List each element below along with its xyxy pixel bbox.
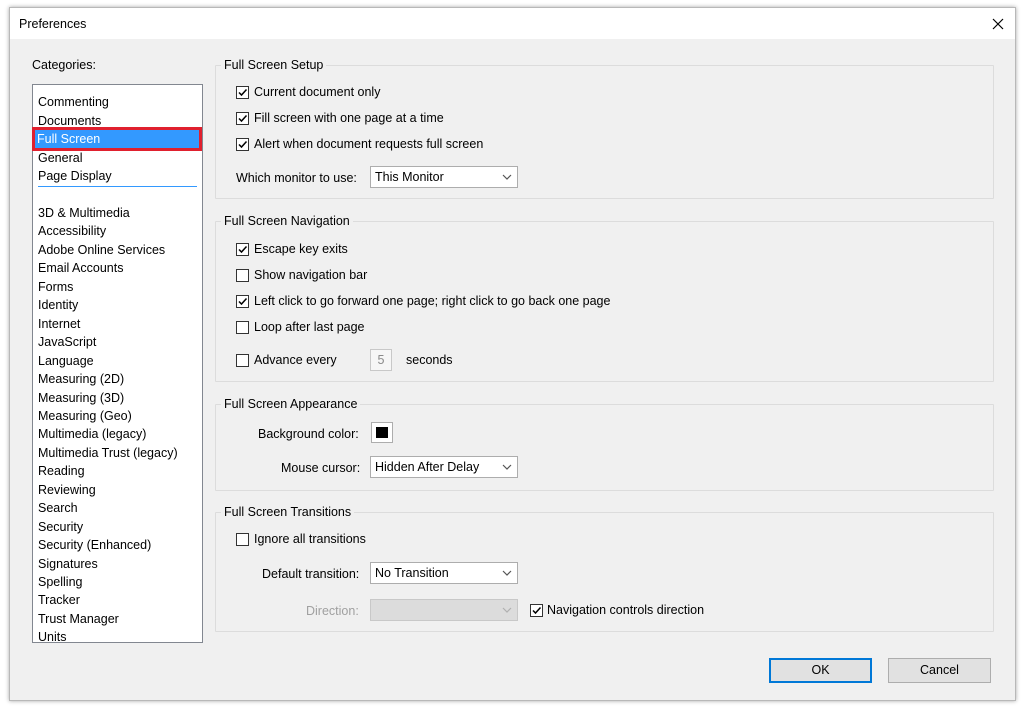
category-item[interactable]: Reading [36, 462, 196, 480]
mouse-cursor-label: Mouse cursor: [281, 461, 361, 475]
category-item[interactable]: Tracker [36, 591, 196, 609]
category-item[interactable]: Documents [36, 112, 196, 130]
full-screen-navigation-group: Full Screen Navigation Escape key exits … [215, 214, 994, 382]
categories-label: Categories: [32, 58, 96, 72]
default-transition-label: Default transition: [262, 567, 360, 581]
direction-select[interactable] [370, 599, 518, 621]
checkmark-icon [238, 245, 248, 254]
category-item[interactable]: Page Display [36, 167, 196, 185]
checkmark-icon [238, 114, 248, 123]
default-transition-value: No Transition [375, 566, 449, 580]
ok-button[interactable]: OK [769, 658, 872, 683]
category-item[interactable]: Multimedia (legacy) [36, 425, 196, 443]
advance-every-label: Advance every [254, 353, 337, 367]
left-click-checkbox[interactable] [236, 295, 249, 308]
full-screen-appearance-group: Full Screen Appearance Background color:… [215, 397, 994, 491]
loop-checkbox[interactable] [236, 321, 249, 334]
checkmark-icon [238, 297, 248, 306]
ignore-transitions-checkbox[interactable] [236, 533, 249, 546]
direction-label: Direction: [306, 604, 359, 618]
left-click-label: Left click to go forward one page; right… [254, 294, 611, 308]
chevron-down-icon [497, 600, 517, 620]
mouse-cursor-value: Hidden After Delay [375, 460, 480, 474]
category-item[interactable]: Measuring (3D) [36, 389, 196, 407]
category-item[interactable]: Accessibility [36, 222, 196, 240]
seconds-label: seconds [406, 353, 453, 367]
navigation-controls-direction-label: Navigation controls direction [547, 603, 705, 617]
group-title-setup: Full Screen Setup [221, 58, 327, 72]
alert-full-screen-label: Alert when document requests full screen [254, 137, 484, 151]
category-item[interactable]: Trust Manager [36, 610, 196, 628]
escape-key-checkbox[interactable] [236, 243, 249, 256]
title-bar: Preferences [10, 8, 1015, 39]
checkmark-icon [238, 88, 248, 97]
close-icon [992, 18, 1004, 29]
advance-every-checkbox[interactable] [236, 354, 249, 367]
monitor-select-value: This Monitor [375, 170, 444, 184]
alert-full-screen-checkbox[interactable] [236, 138, 249, 151]
full-screen-setup-group: Full Screen Setup Current document only … [215, 58, 994, 199]
group-title-navigation: Full Screen Navigation [221, 214, 353, 228]
navigation-controls-direction-checkbox[interactable] [530, 604, 543, 617]
background-color-label: Background color: [258, 427, 359, 441]
category-item[interactable]: Measuring (2D) [36, 370, 196, 388]
cancel-button[interactable]: Cancel [888, 658, 991, 683]
category-item[interactable]: Forms [36, 278, 196, 296]
window-title: Preferences [19, 17, 87, 31]
fill-screen-label: Fill screen with one page at a time [254, 111, 444, 125]
navigation-bar-label: Show navigation bar [254, 268, 368, 282]
category-item[interactable]: Security [36, 518, 196, 536]
category-item[interactable]: Signatures [36, 555, 196, 573]
category-item[interactable]: Language [36, 352, 196, 370]
background-color-fill [376, 427, 388, 438]
checkmark-icon [532, 606, 542, 615]
category-item[interactable]: 3D & Multimedia [36, 204, 196, 222]
category-item[interactable]: Multimedia Trust (legacy) [36, 444, 196, 462]
category-item[interactable]: JavaScript [36, 333, 196, 351]
category-item[interactable]: Measuring (Geo) [36, 407, 196, 425]
monitor-label: Which monitor to use: [236, 171, 357, 185]
full-screen-transitions-group: Full Screen Transitions Ignore all trans… [215, 505, 994, 632]
category-item[interactable]: Reviewing [36, 481, 196, 499]
category-item[interactable]: Search [36, 499, 196, 517]
checkmark-icon [238, 140, 248, 149]
preferences-dialog: Preferences Categories: Commenting Docume… [9, 7, 1016, 701]
categories-list[interactable]: Commenting Documents Full Screen General Pag… [32, 84, 203, 646]
close-button[interactable] [981, 8, 1015, 39]
categories-separator [38, 186, 197, 187]
loop-label: Loop after last page [254, 320, 365, 334]
escape-key-label: Escape key exits [254, 242, 348, 256]
current-document-checkbox[interactable] [236, 86, 249, 99]
category-item[interactable]: Units [36, 628, 196, 646]
chevron-down-icon [497, 563, 517, 583]
category-item[interactable]: Full Screen [32, 127, 202, 151]
category-item[interactable]: Email Accounts [36, 259, 196, 277]
default-transition-select[interactable]: No Transition [370, 562, 518, 584]
chevron-down-icon [497, 167, 517, 187]
category-item[interactable]: Adobe Online Services [36, 241, 196, 259]
monitor-select[interactable]: This Monitor [370, 166, 518, 188]
fill-screen-checkbox[interactable] [236, 112, 249, 125]
group-title-appearance: Full Screen Appearance [221, 397, 361, 411]
category-item[interactable]: Spelling [36, 573, 196, 591]
chevron-down-icon [497, 457, 517, 477]
category-item[interactable]: General [36, 149, 196, 167]
category-item[interactable]: Identity [36, 296, 196, 314]
mouse-cursor-select[interactable]: Hidden After Delay [370, 456, 518, 478]
ignore-transitions-label: Ignore all transitions [254, 532, 366, 546]
background-color-swatch[interactable] [371, 422, 393, 443]
category-item[interactable]: Security (Enhanced) [36, 536, 196, 554]
category-item[interactable]: Internet [36, 315, 196, 333]
navigation-bar-checkbox[interactable] [236, 269, 249, 282]
current-document-label: Current document only [254, 85, 381, 99]
advance-seconds-input[interactable]: 5 [370, 349, 392, 371]
group-title-transitions: Full Screen Transitions [221, 505, 355, 519]
category-item[interactable]: Commenting [36, 93, 196, 111]
